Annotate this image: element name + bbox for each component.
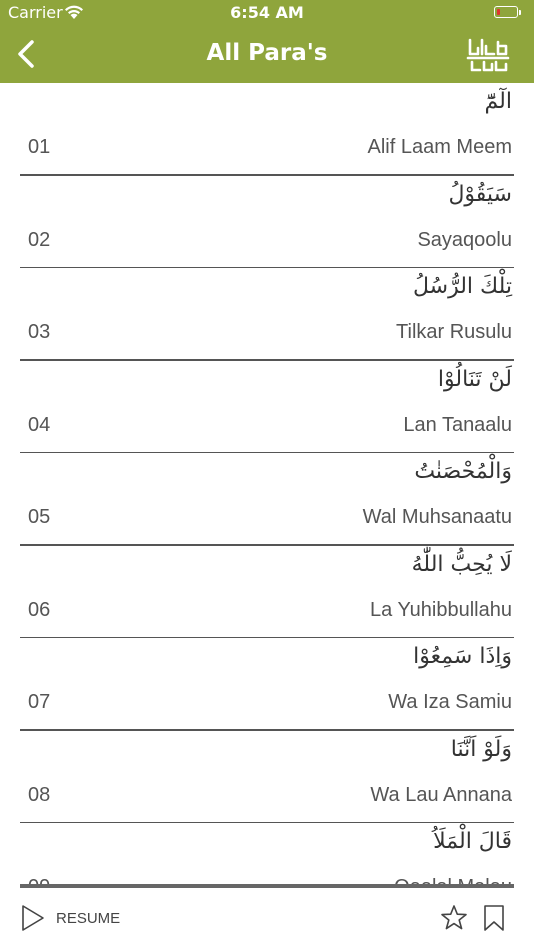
- para-number: 03: [28, 321, 51, 343]
- para-name: Lan Tanaalu: [403, 413, 512, 436]
- para-arabic-title: وَلَوْ اَنَّنَا: [450, 736, 512, 762]
- para-row[interactable]: قَالَ الْمَلَاُ09Qaalal Malau: [0, 823, 534, 886]
- para-arabic-title: وَاِذَا سَمِعُوْا: [413, 644, 512, 669]
- battery-icon: [494, 6, 518, 18]
- para-number: 01: [28, 136, 51, 158]
- para-arabic-title: الٓمّٓ: [484, 89, 512, 114]
- para-row[interactable]: وَاِذَا سَمِعُوْا 07 Wa Iza Samiu: [0, 638, 534, 731]
- para-row[interactable]: سَيَقُوْلُ 02 Sayaqoolu: [0, 176, 534, 268]
- para-row[interactable]: تِلْكَ الرُّسُلُ 03 Tilkar Rusulu: [0, 268, 534, 361]
- para-number: 05: [28, 506, 51, 528]
- para-row[interactable]: لَنْ تَنَالُوْا 04 Lan Tanaalu: [0, 361, 534, 453]
- para-arabic-title: لَنْ تَنَالُوْا: [437, 366, 512, 392]
- para-number: 07: [28, 691, 51, 713]
- para-name: Wal Muhsanaatu: [362, 506, 512, 528]
- para-name: Tilkar Rusulu: [396, 321, 512, 343]
- bottom-toolbar: RESUME: [0, 888, 534, 950]
- para-number: 08: [28, 783, 51, 806]
- bookmark-icon[interactable]: [483, 904, 505, 932]
- para-number: 04: [28, 413, 51, 436]
- play-icon: [22, 905, 44, 931]
- para-name: Alif Laam Meem: [367, 136, 513, 158]
- resume-label: RESUME: [56, 909, 121, 927]
- page-title: All Para's: [206, 40, 328, 66]
- resume-button[interactable]: RESUME: [20, 904, 120, 932]
- para-number: 06: [28, 598, 51, 621]
- para-name: Wa Lau Annana: [370, 783, 512, 806]
- para-name: Wa Iza Samiu: [388, 691, 512, 713]
- para-arabic-title: سَيَقُوْلُ: [448, 181, 512, 207]
- para-arabic-title: قَالَ الْمَلَاُ: [433, 829, 512, 854]
- para-row[interactable]: وَالْمُحْصَنٰتُ 05 Wal Muhsanaatu: [0, 453, 534, 546]
- para-list: الٓمّٓ 01 Alif Laam Meem سَيَقُوْلُ 02 Sayaqo…: [0, 83, 534, 886]
- para-number: 02: [28, 228, 51, 251]
- para-arabic-title: وَالْمُحْصَنٰتُ: [414, 459, 512, 484]
- para-row[interactable]: وَلَوْ اَنَّنَا 08 Wa Lau Annana: [0, 731, 534, 823]
- nav-bar: All Para's: [0, 26, 534, 83]
- star-icon[interactable]: [440, 904, 468, 932]
- quran-logo-icon: [466, 38, 510, 72]
- status-bar: Carrier 6:54 AM: [0, 0, 534, 26]
- para-row[interactable]: لَا يُحِبُّ اللّٰهُ 06 La Yuhibbullahu: [0, 546, 534, 638]
- clock: 6:54 AM: [230, 3, 304, 22]
- battery-nub: [519, 10, 521, 15]
- para-arabic-title: تِلْكَ الرُّسُلُ: [413, 274, 512, 299]
- para-row[interactable]: الٓمّٓ 01 Alif Laam Meem: [0, 83, 534, 176]
- para-arabic-title: لَا يُحِبُّ اللّٰهُ: [411, 551, 512, 577]
- para-name: La Yuhibbullahu: [370, 598, 512, 621]
- para-name: Sayaqoolu: [417, 228, 512, 251]
